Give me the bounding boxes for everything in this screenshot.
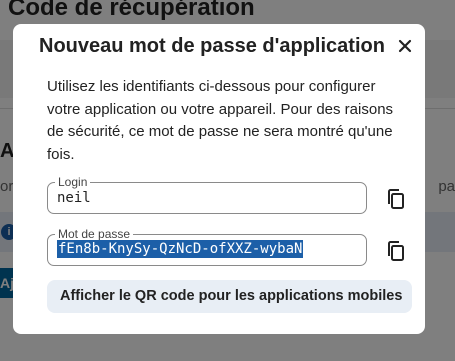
close-icon <box>398 39 412 53</box>
login-field[interactable]: Login neil <box>47 175 367 214</box>
dialog-title: Nouveau mot de passe d'application <box>39 35 385 57</box>
password-field-label: Mot de passe <box>55 227 134 241</box>
copy-password-button[interactable] <box>384 239 408 263</box>
page: Code de récupération Au or pa i Aj Nouve… <box>0 0 455 361</box>
login-field-label: Login <box>55 175 91 189</box>
close-button[interactable] <box>395 36 415 56</box>
password-value[interactable]: fEn8b-KnySy-QzNcD-ofXXZ-wybaN <box>57 240 304 258</box>
app-password-dialog: Nouveau mot de passe d'application Utili… <box>13 24 425 334</box>
copy-icon <box>388 189 404 209</box>
copy-icon <box>388 241 404 261</box>
password-field[interactable]: Mot de passe fEn8b-KnySy-QzNcD-ofXXZ-wyb… <box>47 227 367 266</box>
copy-login-button[interactable] <box>384 187 408 211</box>
login-value[interactable]: neil <box>57 190 91 206</box>
dialog-description: Utilisez les identifiants ci-dessous pou… <box>47 78 394 163</box>
show-qr-code-button[interactable]: Afficher le QR code pour les application… <box>47 280 412 313</box>
